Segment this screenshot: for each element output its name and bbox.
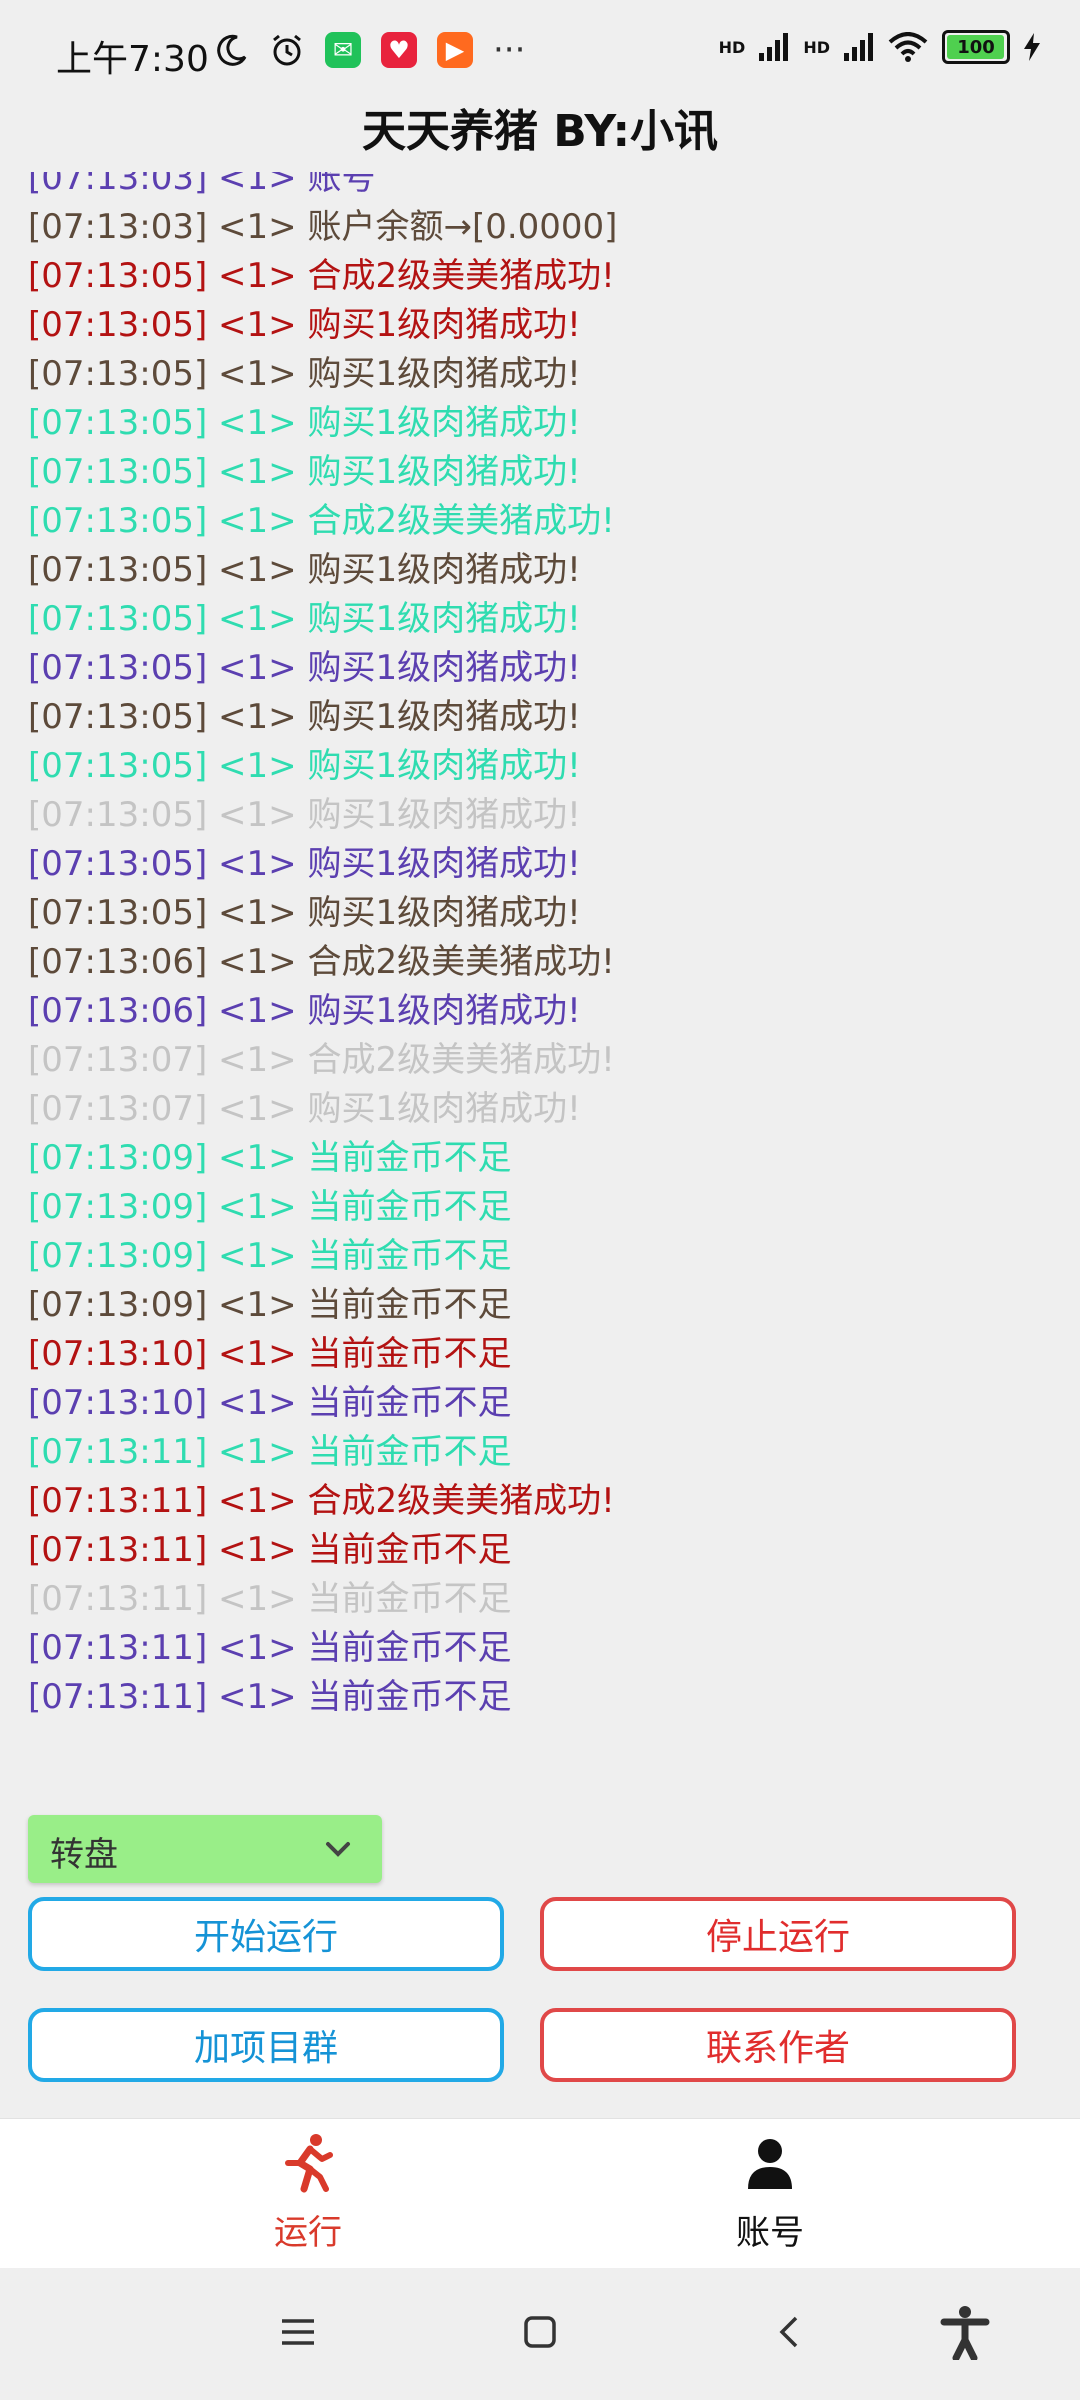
- battery-level: 100: [957, 36, 995, 58]
- mode-dropdown[interactable]: 转盘: [28, 1815, 382, 1883]
- log-list: [07:13:03] <1> 账号 [07:13:03] <1> 账户余额→[0.…: [28, 172, 617, 1722]
- dropdown-value: 转盘: [50, 1835, 118, 1875]
- back-icon[interactable]: [770, 2312, 810, 2352]
- signal-icon-2: [844, 33, 873, 61]
- log-line: [07:13:05] <1> 合成2级美美猪成功!: [28, 501, 615, 541]
- chevron-down-icon: [326, 1842, 350, 1857]
- log-line: [07:13:05] <1> 合成2级美美猪成功!: [28, 256, 615, 296]
- status-time: 上午7:30: [56, 39, 209, 80]
- bottom-tab-bar: 运行 账号: [0, 2118, 1080, 2269]
- log-line: [07:13:03] <1> 账号: [28, 172, 376, 198]
- battery-icon: 100: [942, 30, 1010, 64]
- status-left-icons: ✉ ♥ ▶ ···: [215, 30, 525, 70]
- log-line: [07:13:06] <1> 合成2级美美猪成功!: [28, 942, 615, 982]
- log-line: [07:13:05] <1> 购买1级肉猪成功!: [28, 746, 581, 786]
- log-line: [07:13:05] <1> 购买1级肉猪成功!: [28, 648, 581, 688]
- log-line: [07:13:09] <1> 当前金币不足: [28, 1138, 512, 1178]
- log-line: [07:13:11] <1> 当前金币不足: [28, 1432, 512, 1472]
- tab-account-label: 账号: [736, 2213, 804, 2253]
- status-right-icons: HD HD 100: [719, 30, 1040, 64]
- log-line: [07:13:09] <1> 当前金币不足: [28, 1187, 512, 1227]
- start-button[interactable]: 开始运行: [28, 1897, 504, 1971]
- tab-run[interactable]: 运行: [208, 2119, 408, 2269]
- log-line: [07:13:06] <1> 购买1级肉猪成功!: [28, 991, 581, 1031]
- log-line: [07:13:05] <1> 购买1级肉猪成功!: [28, 354, 581, 394]
- log-line: [07:13:07] <1> 购买1级肉猪成功!: [28, 1089, 581, 1129]
- more-notifications-icon: ···: [493, 30, 526, 70]
- charging-icon: [1024, 33, 1040, 61]
- log-panel[interactable]: [07:13:03] <1> 账号 [07:13:03] <1> 账户余额→[0.…: [0, 172, 1080, 1750]
- person-icon: [748, 2139, 792, 2189]
- log-line: [07:13:07] <1> 合成2级美美猪成功!: [28, 1040, 615, 1080]
- log-line: [07:13:03] <1> 账户余额→[0.0000]: [28, 207, 618, 247]
- video-icon: ▶: [437, 32, 473, 68]
- log-line: [07:13:09] <1> 当前金币不足: [28, 1285, 512, 1325]
- system-nav-bar: [0, 2268, 1080, 2400]
- log-line: [07:13:05] <1> 购买1级肉猪成功!: [28, 599, 581, 639]
- menu-icon[interactable]: [278, 2312, 318, 2352]
- log-line: [07:13:11] <1> 当前金币不足: [28, 1579, 512, 1619]
- tab-run-label: 运行: [274, 2213, 342, 2253]
- home-icon[interactable]: [520, 2312, 560, 2352]
- log-line: [07:13:05] <1> 购买1级肉猪成功!: [28, 697, 581, 737]
- alarm-icon: [273, 34, 301, 66]
- log-line: [07:13:05] <1> 购买1级肉猪成功!: [28, 550, 581, 590]
- log-line: [07:13:05] <1> 购买1级肉猪成功!: [28, 403, 581, 443]
- wifi-icon: [888, 32, 928, 62]
- log-line: [07:13:09] <1> 当前金币不足: [28, 1236, 512, 1276]
- wechat-icon: ✉: [325, 32, 361, 68]
- log-line: [07:13:05] <1> 购买1级肉猪成功!: [28, 795, 581, 835]
- signal-hd-label: HD: [718, 37, 746, 57]
- signal-hd-label-2: HD: [803, 37, 830, 57]
- tab-account[interactable]: 账号: [670, 2119, 870, 2269]
- log-line: [07:13:05] <1> 购买1级肉猪成功!: [28, 305, 581, 345]
- log-line: [07:13:05] <1> 购买1级肉猪成功!: [28, 893, 581, 933]
- moon-icon: [217, 34, 247, 66]
- contact-author-button[interactable]: 联系作者: [540, 2008, 1016, 2082]
- stop-button[interactable]: 停止运行: [540, 1897, 1016, 1971]
- log-line: [07:13:10] <1> 当前金币不足: [28, 1334, 512, 1374]
- log-line: [07:13:10] <1> 当前金币不足: [28, 1383, 512, 1423]
- accessibility-icon[interactable]: [940, 2306, 990, 2360]
- log-line: [07:13:11] <1> 当前金币不足: [28, 1677, 512, 1717]
- app-notification-icon: ♥: [381, 32, 417, 68]
- page-title: 天天养猪 BY:小讯: [361, 106, 719, 157]
- status-bar: 上午7:30 ✉ ♥ ▶ ··· HD HD 100: [0, 0, 1080, 100]
- log-line: [07:13:11] <1> 当前金币不足: [28, 1530, 512, 1570]
- log-line: [07:13:05] <1> 购买1级肉猪成功!: [28, 844, 581, 884]
- signal-icon: [759, 33, 789, 61]
- log-line: [07:13:05] <1> 购买1级肉猪成功!: [28, 452, 581, 492]
- log-line: [07:13:11] <1> 当前金币不足: [28, 1628, 512, 1668]
- join-group-button[interactable]: 加项目群: [28, 2008, 504, 2082]
- log-line: [07:13:11] <1> 合成2级美美猪成功!: [28, 1481, 615, 1521]
- running-person-icon: [285, 2134, 333, 2193]
